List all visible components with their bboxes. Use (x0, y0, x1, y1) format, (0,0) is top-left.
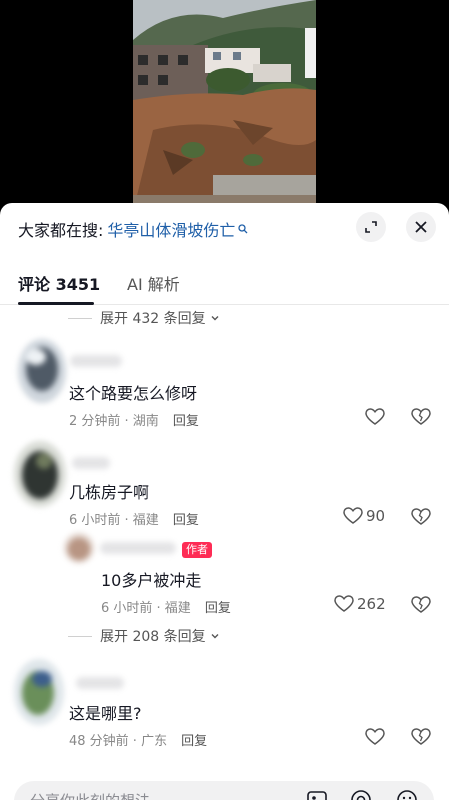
heart-icon (343, 507, 363, 524)
comment-time-location: 6 小时前 · 福建 (69, 513, 159, 528)
reply-button[interactable]: 回复 (205, 597, 231, 616)
comment-tabs: 评论 3451 AI 解析 (0, 263, 449, 305)
dislike-button[interactable] (411, 508, 431, 530)
comment-time-location: 2 分钟前 · 湖南 (69, 414, 159, 429)
search-icon (238, 224, 248, 234)
comment-text: 10多户被冲走 (101, 571, 202, 590)
username-blurred[interactable] (76, 677, 124, 689)
username-blurred[interactable] (72, 457, 110, 469)
avatar[interactable] (14, 441, 66, 507)
avatar[interactable] (14, 659, 64, 725)
active-tab-indicator (18, 302, 94, 305)
comment-text: 几栋房子啊 (69, 483, 150, 502)
avatar[interactable] (64, 533, 94, 563)
comment-meta: 6 小时前 · 福建 回复 (101, 597, 231, 616)
comment-input-placeholder[interactable]: 分享你此刻的想法 (30, 790, 150, 800)
comment-meta: 6 小时前 · 福建 回复 (69, 509, 199, 528)
like-button[interactable] (365, 408, 385, 426)
expand-button[interactable] (356, 212, 386, 242)
broken-heart-icon (411, 508, 431, 525)
dislike-button[interactable] (411, 408, 431, 430)
reply-button[interactable]: 回复 (173, 509, 199, 528)
video-frame[interactable] (133, 0, 316, 212)
comment-time-location: 6 小时前 · 福建 (101, 601, 191, 616)
comment-sheet: 大家都在搜: 华亭山体滑坡伤亡 评论 3451 AI 解析 展开 432 条回复 (0, 203, 449, 800)
expand-replies-label: 展开 432 条回复 (100, 311, 206, 327)
reply-button[interactable]: 回复 (181, 730, 207, 749)
search-term-link[interactable]: 华亭山体滑坡伤亡 (107, 217, 235, 241)
heart-icon (365, 728, 385, 745)
search-prefix: 大家都在搜: (18, 221, 104, 240)
tab-comments[interactable]: 评论 3451 (18, 271, 100, 295)
comment-time-location: 48 分钟前 · 广东 (69, 734, 168, 749)
dislike-button[interactable] (411, 596, 431, 618)
username-blurred[interactable] (70, 355, 122, 367)
dislike-button[interactable] (411, 728, 431, 750)
chevron-down-icon (211, 634, 219, 639)
username-blurred[interactable] (100, 542, 176, 554)
broken-heart-icon (411, 728, 431, 745)
close-button[interactable] (406, 212, 436, 242)
comment-text: 这是哪里? (69, 704, 142, 723)
video-area[interactable] (0, 0, 449, 212)
close-icon (415, 221, 427, 233)
chevron-down-icon (211, 316, 219, 321)
broken-heart-icon (411, 408, 431, 425)
divider-line (68, 317, 92, 319)
like-button[interactable]: 90 (343, 507, 385, 525)
comment-meta: 2 分钟前 · 湖南 回复 (69, 410, 199, 429)
search-suggestion[interactable]: 大家都在搜: 华亭山体滑坡伤亡 (18, 217, 248, 241)
heart-icon (334, 595, 354, 612)
comment-text: 这个路要怎么修呀 (69, 384, 198, 403)
expand-replies-mid[interactable]: 展开 208 条回复 (68, 626, 220, 646)
like-count: 262 (357, 595, 386, 613)
avatar[interactable] (18, 339, 66, 403)
reply-button[interactable]: 回复 (173, 410, 199, 429)
like-button[interactable]: 262 (334, 595, 386, 613)
author-badge: 作者 (182, 542, 212, 558)
divider-line (68, 635, 92, 637)
expand-replies-label: 展开 208 条回复 (100, 629, 206, 645)
expand-icon (365, 221, 377, 233)
broken-heart-icon (411, 596, 431, 613)
landslide-scene-image (133, 0, 316, 212)
like-count: 90 (366, 507, 386, 525)
comment-input-bar[interactable]: 分享你此刻的想法 (14, 781, 434, 800)
heart-icon (365, 408, 385, 425)
expand-replies-top[interactable]: 展开 432 条回复 (68, 308, 220, 328)
image-icon[interactable] (306, 789, 328, 800)
emoji-icon[interactable] (396, 789, 418, 800)
tab-ai-analysis[interactable]: AI 解析 (127, 271, 180, 295)
comment-meta: 48 分钟前 · 广东 回复 (69, 730, 207, 749)
at-icon[interactable] (350, 789, 372, 800)
like-button[interactable] (365, 728, 385, 746)
